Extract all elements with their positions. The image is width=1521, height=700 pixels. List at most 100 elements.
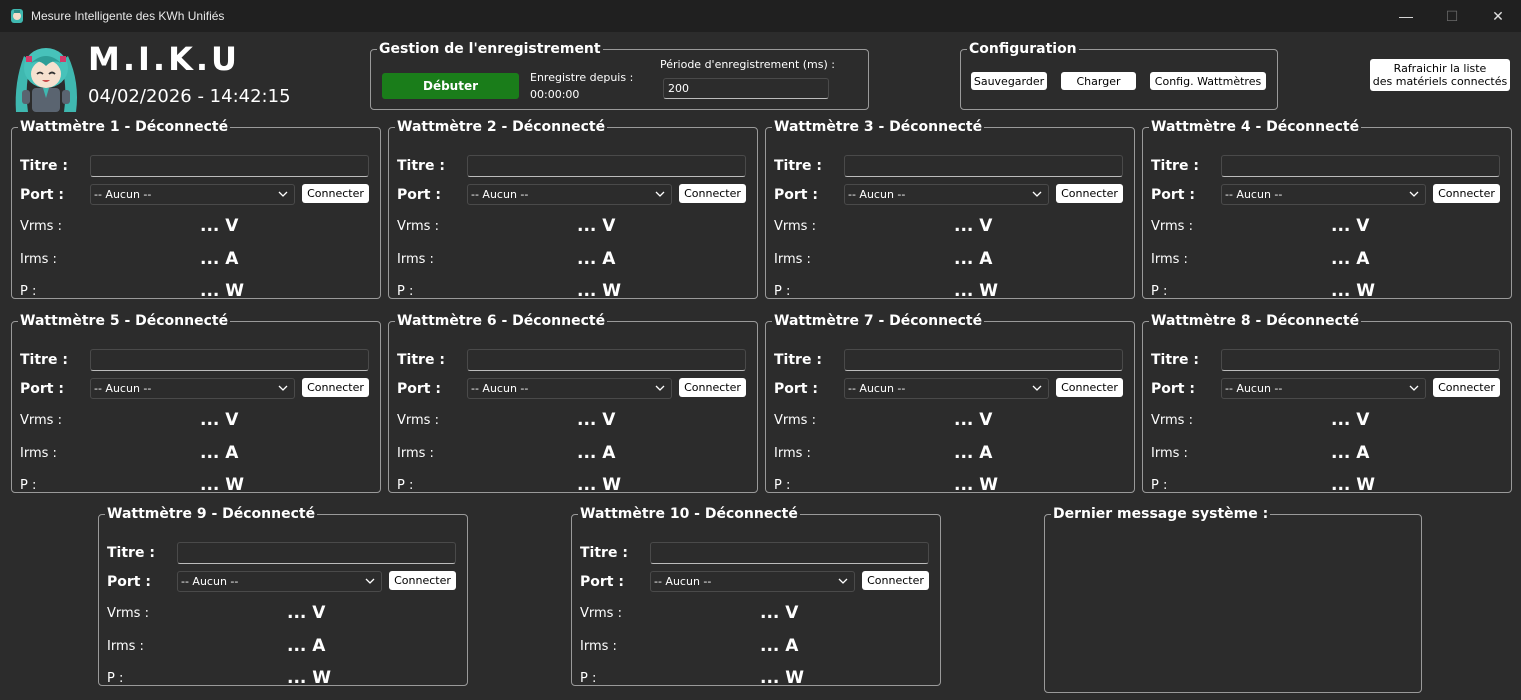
connect-button[interactable]: Connecter xyxy=(302,184,369,203)
wattmeter-legend: Wattmètre 8 - Déconnecté xyxy=(1151,313,1360,329)
config-wattmeters-button[interactable]: Config. Wattmètres xyxy=(1150,72,1266,90)
title-label: Titre : xyxy=(774,352,822,368)
wattmeter-7-group: Wattmètre 7 - Déconnecté Titre : Port : -- … xyxy=(765,314,1135,495)
refresh-hardware-button[interactable]: Rafraichir la liste des matériels connec… xyxy=(1370,59,1510,91)
port-select[interactable]: -- Aucun -- xyxy=(467,184,672,205)
wattmeter-1-group: Wattmètre 1 - Déconnecté Titre : Port : -- … xyxy=(11,119,381,301)
port-select[interactable]: -- Aucun -- xyxy=(1221,378,1426,399)
irms-value: ... A xyxy=(577,443,616,463)
wattmeter-title-input[interactable] xyxy=(90,349,369,371)
connect-button[interactable]: Connecter xyxy=(1056,184,1123,203)
irms-label: Irms : xyxy=(774,252,811,267)
power-label: P : xyxy=(1151,284,1168,299)
close-button[interactable]: ✕ xyxy=(1475,0,1521,32)
chevron-down-icon xyxy=(1409,385,1419,391)
power-value: ... W xyxy=(954,475,999,495)
irms-value: ... A xyxy=(760,636,799,656)
wattmeter-title-input[interactable] xyxy=(844,349,1123,371)
wattmeter-2-group: Wattmètre 2 - Déconnecté Titre : Port : -- … xyxy=(388,119,758,301)
port-select-value: -- Aucun -- xyxy=(471,188,529,201)
wattmeter-legend: Wattmètre 2 - Déconnecté xyxy=(397,119,606,135)
wattmeter-title-input[interactable] xyxy=(467,155,746,177)
wattmeter-title-input[interactable] xyxy=(90,155,369,177)
connect-button[interactable]: Connecter xyxy=(679,378,746,397)
wattmeter-title-input[interactable] xyxy=(844,155,1123,177)
wattmeter-legend: Wattmètre 3 - Déconnecté xyxy=(774,119,983,135)
irms-value: ... A xyxy=(954,249,993,269)
irms-label: Irms : xyxy=(580,639,617,654)
wattmeter-title-input[interactable] xyxy=(650,542,929,564)
wattmeter-6-group: Wattmètre 6 - Déconnecté Titre : Port : -- … xyxy=(388,314,758,495)
vrms-value: ... V xyxy=(760,603,799,623)
port-select[interactable]: -- Aucun -- xyxy=(90,378,295,399)
wattmeter-title-input[interactable] xyxy=(1221,155,1500,177)
maximize-button[interactable]: ☐ xyxy=(1429,0,1475,32)
wattmeter-legend: Wattmètre 1 - Déconnecté xyxy=(20,119,229,135)
wattmeter-10-group: Wattmètre 10 - Déconnecté Titre : Port : --… xyxy=(571,507,941,688)
vrms-label: Vrms : xyxy=(580,606,622,621)
save-config-button[interactable]: Sauvegarder xyxy=(971,72,1047,90)
wattmeter-legend: Wattmètre 5 - Déconnecté xyxy=(20,313,229,329)
port-label: Port : xyxy=(580,574,624,590)
vrms-label: Vrms : xyxy=(397,413,439,428)
vrms-value: ... V xyxy=(577,410,616,430)
connect-button[interactable]: Connecter xyxy=(1056,378,1123,397)
chevron-down-icon xyxy=(1032,385,1042,391)
recording-since-label: Enregistre depuis : xyxy=(530,71,634,84)
port-select-value: -- Aucun -- xyxy=(654,575,712,588)
port-select[interactable]: -- Aucun -- xyxy=(177,571,382,592)
recording-period-label: Période d'enregistrement (ms) : xyxy=(660,58,835,71)
wattmeter-title-input[interactable] xyxy=(467,349,746,371)
minimize-button[interactable]: — xyxy=(1383,0,1429,32)
irms-value: ... A xyxy=(577,249,616,269)
port-select-value: -- Aucun -- xyxy=(1225,188,1283,201)
recording-period-input[interactable]: 200 xyxy=(663,78,829,99)
wattmeter-title-input[interactable] xyxy=(1221,349,1500,371)
current-datetime: 04/02/2026 - 14:42:15 xyxy=(88,86,291,107)
port-select-value: -- Aucun -- xyxy=(94,188,152,201)
vrms-label: Vrms : xyxy=(774,219,816,234)
connect-button[interactable]: Connecter xyxy=(679,184,746,203)
irms-label: Irms : xyxy=(20,252,57,267)
chevron-down-icon xyxy=(278,385,288,391)
start-recording-button[interactable]: Débuter xyxy=(382,73,519,99)
connect-button[interactable]: Connecter xyxy=(862,571,929,590)
load-config-button[interactable]: Charger xyxy=(1061,72,1136,90)
port-select-value: -- Aucun -- xyxy=(94,382,152,395)
port-select[interactable]: -- Aucun -- xyxy=(844,184,1049,205)
connect-button[interactable]: Connecter xyxy=(1433,184,1500,203)
recording-since-value: 00:00:00 xyxy=(530,88,580,101)
wattmeter-legend: Wattmètre 4 - Déconnecté xyxy=(1151,119,1360,135)
port-label: Port : xyxy=(774,187,818,203)
power-value: ... W xyxy=(577,475,622,495)
port-label: Port : xyxy=(20,187,64,203)
port-select[interactable]: -- Aucun -- xyxy=(467,378,672,399)
power-value: ... W xyxy=(287,668,332,688)
power-label: P : xyxy=(1151,478,1168,493)
connect-button[interactable]: Connecter xyxy=(1433,378,1500,397)
wattmeter-title-input[interactable] xyxy=(177,542,456,564)
irms-label: Irms : xyxy=(1151,252,1188,267)
chevron-down-icon xyxy=(278,191,288,197)
wattmeter-legend: Wattmètre 9 - Déconnecté xyxy=(107,506,316,522)
port-select[interactable]: -- Aucun -- xyxy=(650,571,855,592)
app-icon xyxy=(11,9,23,23)
port-select-value: -- Aucun -- xyxy=(471,382,529,395)
irms-value: ... A xyxy=(287,636,326,656)
vrms-label: Vrms : xyxy=(1151,413,1193,428)
irms-label: Irms : xyxy=(20,446,57,461)
vrms-value: ... V xyxy=(954,410,993,430)
title-label: Titre : xyxy=(1151,158,1199,174)
connect-button[interactable]: Connecter xyxy=(389,571,456,590)
connect-button[interactable]: Connecter xyxy=(302,378,369,397)
wattmeter-5-group: Wattmètre 5 - Déconnecté Titre : Port : -- … xyxy=(11,313,381,495)
port-select[interactable]: -- Aucun -- xyxy=(1221,184,1426,205)
port-select[interactable]: -- Aucun -- xyxy=(844,378,1049,399)
power-label: P : xyxy=(774,478,791,493)
port-select[interactable]: -- Aucun -- xyxy=(90,184,295,205)
title-label: Titre : xyxy=(397,352,445,368)
title-label: Titre : xyxy=(580,545,628,561)
port-select-value: -- Aucun -- xyxy=(848,382,906,395)
app-name: M.I.K.U xyxy=(88,40,240,78)
irms-value: ... A xyxy=(200,249,239,269)
